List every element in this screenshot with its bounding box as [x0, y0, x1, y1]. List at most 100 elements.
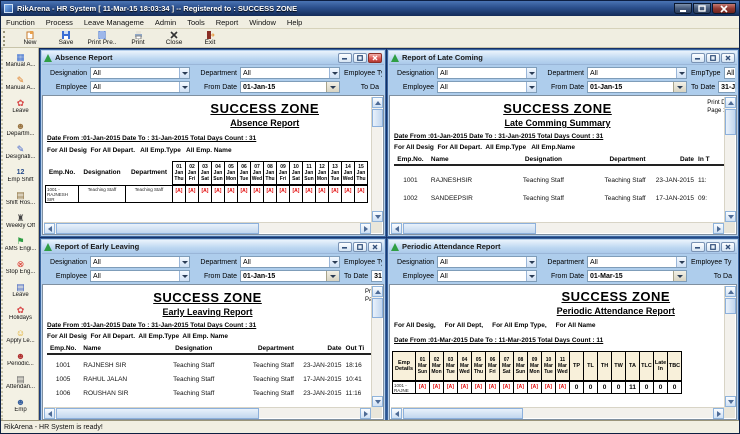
- periodic-maximize-button[interactable]: [706, 242, 720, 252]
- absence-maximize-button[interactable]: [353, 53, 367, 63]
- close-window-button[interactable]: Close: [156, 29, 192, 47]
- sidebar-item-attendance[interactable]: ▤Attendan...: [2, 371, 40, 394]
- absence-close-button[interactable]: [368, 53, 382, 63]
- periodic-minimize-button[interactable]: [691, 242, 705, 252]
- early-titlebar[interactable]: Report of Early Leaving: [42, 240, 384, 254]
- sidebar-item-leave-2[interactable]: ▤Leave: [2, 279, 40, 302]
- employee-select[interactable]: All: [90, 270, 190, 282]
- from-date-input[interactable]: 01-Jan-15: [587, 81, 687, 93]
- menu-leave-management[interactable]: Leave Manageme: [84, 18, 144, 27]
- menu-admin[interactable]: Admin: [155, 18, 176, 27]
- dropdown-arrow-icon[interactable]: [179, 68, 189, 78]
- dropdown-arrow-icon[interactable]: [526, 82, 536, 92]
- dropdown-arrow-icon[interactable]: [179, 257, 189, 267]
- scroll-up-icon[interactable]: [372, 286, 383, 297]
- print-button[interactable]: Print: [120, 29, 156, 47]
- calendar-dropdown-icon[interactable]: [673, 271, 686, 281]
- from-date-input[interactable]: 01-Jan-15: [240, 81, 340, 93]
- absence-vertical-scrollbar[interactable]: [371, 97, 382, 222]
- sidebar-item-designation[interactable]: ✎Designati...: [2, 141, 40, 164]
- scroll-left-icon[interactable]: [44, 408, 55, 419]
- scroll-thumb[interactable]: [725, 298, 736, 314]
- calendar-dropdown-icon[interactable]: [326, 271, 339, 281]
- menu-help[interactable]: Help: [287, 18, 302, 27]
- scroll-thumb[interactable]: [56, 408, 259, 419]
- menu-window[interactable]: Window: [249, 18, 276, 27]
- sidebar-item-department[interactable]: ☻Departm...: [2, 118, 40, 141]
- maximize-button[interactable]: [693, 3, 711, 14]
- emp-type-input[interactable]: All: [724, 67, 735, 79]
- sidebar-item-apply-leave[interactable]: ☺Apply Le...: [2, 325, 40, 348]
- menu-report[interactable]: Report: [216, 18, 239, 27]
- scroll-down-icon[interactable]: [725, 211, 736, 222]
- resize-grip[interactable]: [371, 407, 382, 418]
- late-close-button[interactable]: [721, 53, 735, 63]
- dropdown-arrow-icon[interactable]: [526, 257, 536, 267]
- scroll-down-icon[interactable]: [372, 396, 383, 407]
- toolbar-grip[interactable]: [3, 31, 8, 46]
- dropdown-arrow-icon[interactable]: [329, 68, 339, 78]
- scroll-thumb[interactable]: [372, 109, 383, 127]
- sidebar-item-manual-attendance[interactable]: ▦Manual A...: [2, 49, 40, 72]
- scroll-down-icon[interactable]: [372, 211, 383, 222]
- absence-horizontal-scrollbar[interactable]: [44, 222, 371, 233]
- save-button[interactable]: Save: [48, 29, 84, 47]
- dropdown-arrow-icon[interactable]: [676, 68, 686, 78]
- sidebar-item-shift-roster[interactable]: ▤Shift Ros...: [2, 187, 40, 210]
- sidebar-item-weekly-off[interactable]: ♜Weekly Off: [2, 210, 40, 233]
- scroll-right-icon[interactable]: [360, 408, 371, 419]
- scroll-left-icon[interactable]: [391, 408, 402, 419]
- periodic-horizontal-scrollbar[interactable]: [391, 407, 724, 418]
- resize-grip[interactable]: [371, 222, 382, 233]
- department-select[interactable]: All: [587, 67, 687, 79]
- designation-select[interactable]: All: [437, 256, 537, 268]
- resize-grip[interactable]: [724, 222, 735, 233]
- department-select[interactable]: All: [240, 67, 340, 79]
- early-minimize-button[interactable]: [338, 242, 352, 252]
- designation-select[interactable]: All: [90, 67, 190, 79]
- late-vertical-scrollbar[interactable]: [724, 97, 735, 222]
- scroll-thumb[interactable]: [403, 408, 523, 419]
- sidebar-item-ams-engine[interactable]: ⚑AMS Engi...: [2, 233, 40, 256]
- scroll-right-icon[interactable]: [360, 223, 371, 234]
- from-date-input[interactable]: 01-Jan-15: [240, 270, 340, 282]
- dropdown-arrow-icon[interactable]: [676, 257, 686, 267]
- late-minimize-button[interactable]: [691, 53, 705, 63]
- scroll-up-icon[interactable]: [725, 286, 736, 297]
- menu-process[interactable]: Process: [46, 18, 73, 27]
- employee-select[interactable]: All: [437, 270, 537, 282]
- scroll-right-icon[interactable]: [713, 223, 724, 234]
- sidebar-item-holidays[interactable]: ✿Holidays: [2, 302, 40, 325]
- menu-function[interactable]: Function: [6, 18, 35, 27]
- absence-titlebar[interactable]: Absence Report: [42, 51, 384, 65]
- periodic-vertical-scrollbar[interactable]: [724, 286, 735, 407]
- department-select[interactable]: All: [587, 256, 687, 268]
- early-close-button[interactable]: [368, 242, 382, 252]
- periodic-close-button[interactable]: [721, 242, 735, 252]
- department-select[interactable]: All: [240, 256, 340, 268]
- late-horizontal-scrollbar[interactable]: [391, 222, 724, 233]
- minimize-button[interactable]: [674, 3, 692, 14]
- late-titlebar[interactable]: Report of Late Coming: [389, 51, 737, 65]
- scroll-left-icon[interactable]: [391, 223, 402, 234]
- employee-select[interactable]: All: [437, 81, 537, 93]
- sidebar-item-periodic[interactable]: ☻Periodic...: [2, 348, 40, 371]
- late-maximize-button[interactable]: [706, 53, 720, 63]
- designation-select[interactable]: All: [437, 67, 537, 79]
- early-vertical-scrollbar[interactable]: [371, 286, 382, 407]
- calendar-dropdown-icon[interactable]: [673, 82, 686, 92]
- dropdown-arrow-icon[interactable]: [329, 257, 339, 267]
- scroll-up-icon[interactable]: [725, 97, 736, 108]
- scroll-right-icon[interactable]: [713, 408, 724, 419]
- scroll-thumb[interactable]: [372, 298, 383, 318]
- resize-grip[interactable]: [724, 407, 735, 418]
- to-date-input[interactable]: 31: [371, 270, 382, 282]
- exit-button[interactable]: Exit: [192, 29, 228, 47]
- close-button[interactable]: [712, 3, 736, 14]
- from-date-input[interactable]: 01-Mar-15: [587, 270, 687, 282]
- scroll-up-icon[interactable]: [372, 97, 383, 108]
- scroll-down-icon[interactable]: [725, 396, 736, 407]
- calendar-dropdown-icon[interactable]: [326, 82, 339, 92]
- sidebar-item-manual-entry[interactable]: ✎Manual A...: [2, 72, 40, 95]
- scroll-thumb[interactable]: [725, 109, 736, 135]
